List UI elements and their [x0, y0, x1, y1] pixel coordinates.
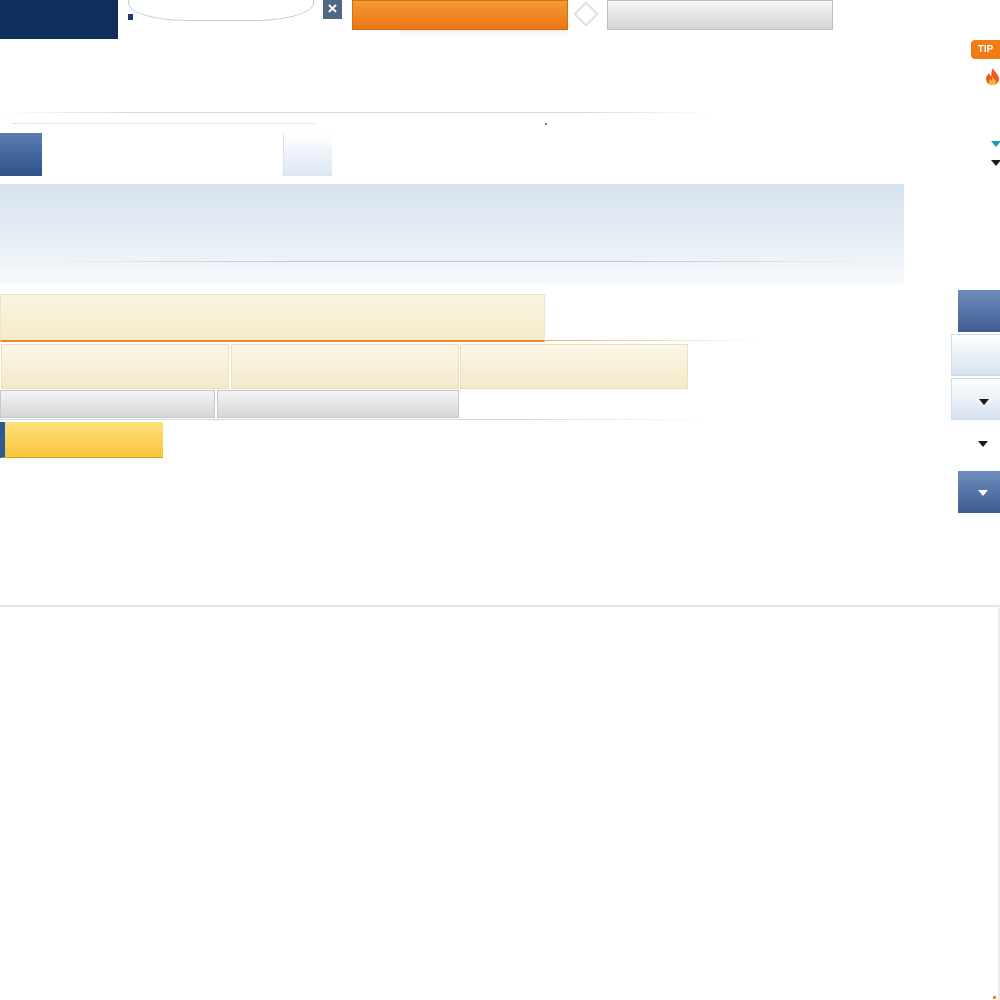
divider — [0, 419, 714, 420]
subtab-2[interactable] — [217, 390, 459, 418]
tab-2[interactable] — [231, 344, 459, 389]
nav-button-secondary[interactable] — [283, 133, 332, 176]
button-shadow — [400, 30, 568, 37]
side-button-top[interactable] — [958, 290, 1000, 332]
dot-marker — [545, 123, 547, 125]
banner-divider — [40, 261, 880, 262]
search-field-marker — [128, 14, 133, 20]
search-field[interactable] — [128, 0, 314, 21]
fire-icon[interactable] — [985, 68, 1000, 85]
subtab-1[interactable] — [0, 390, 215, 418]
nav-button-primary[interactable] — [0, 133, 42, 176]
dropdown-caret-icon[interactable] — [991, 141, 1000, 147]
diamond-icon — [573, 1, 599, 27]
dropdown-caret-icon[interactable] — [991, 160, 1000, 166]
section-header — [0, 294, 545, 342]
side-dropdown-button-blue[interactable] — [958, 471, 1000, 513]
caret-down-icon[interactable] — [978, 441, 988, 447]
secondary-input[interactable] — [607, 0, 833, 30]
site-logo[interactable] — [0, 0, 118, 39]
primary-action-button[interactable] — [352, 0, 568, 30]
close-button[interactable]: × — [323, 0, 342, 19]
header-underline — [545, 340, 763, 341]
hero-banner — [0, 184, 904, 284]
divider — [0, 112, 714, 113]
side-dropdown-button[interactable] — [951, 378, 1000, 420]
close-icon: × — [327, 0, 338, 18]
highlight-button[interactable] — [0, 422, 163, 458]
tab-1[interactable] — [1, 344, 229, 389]
caret-down-icon — [978, 490, 988, 496]
caret-down-icon — [979, 399, 989, 405]
corner-marker — [993, 996, 996, 999]
dotted-divider — [12, 123, 316, 124]
side-button-light[interactable] — [951, 334, 1000, 376]
tab-3[interactable] — [460, 344, 688, 389]
tip-badge[interactable]: TIP — [971, 40, 1000, 59]
content-panel — [0, 605, 1000, 1000]
